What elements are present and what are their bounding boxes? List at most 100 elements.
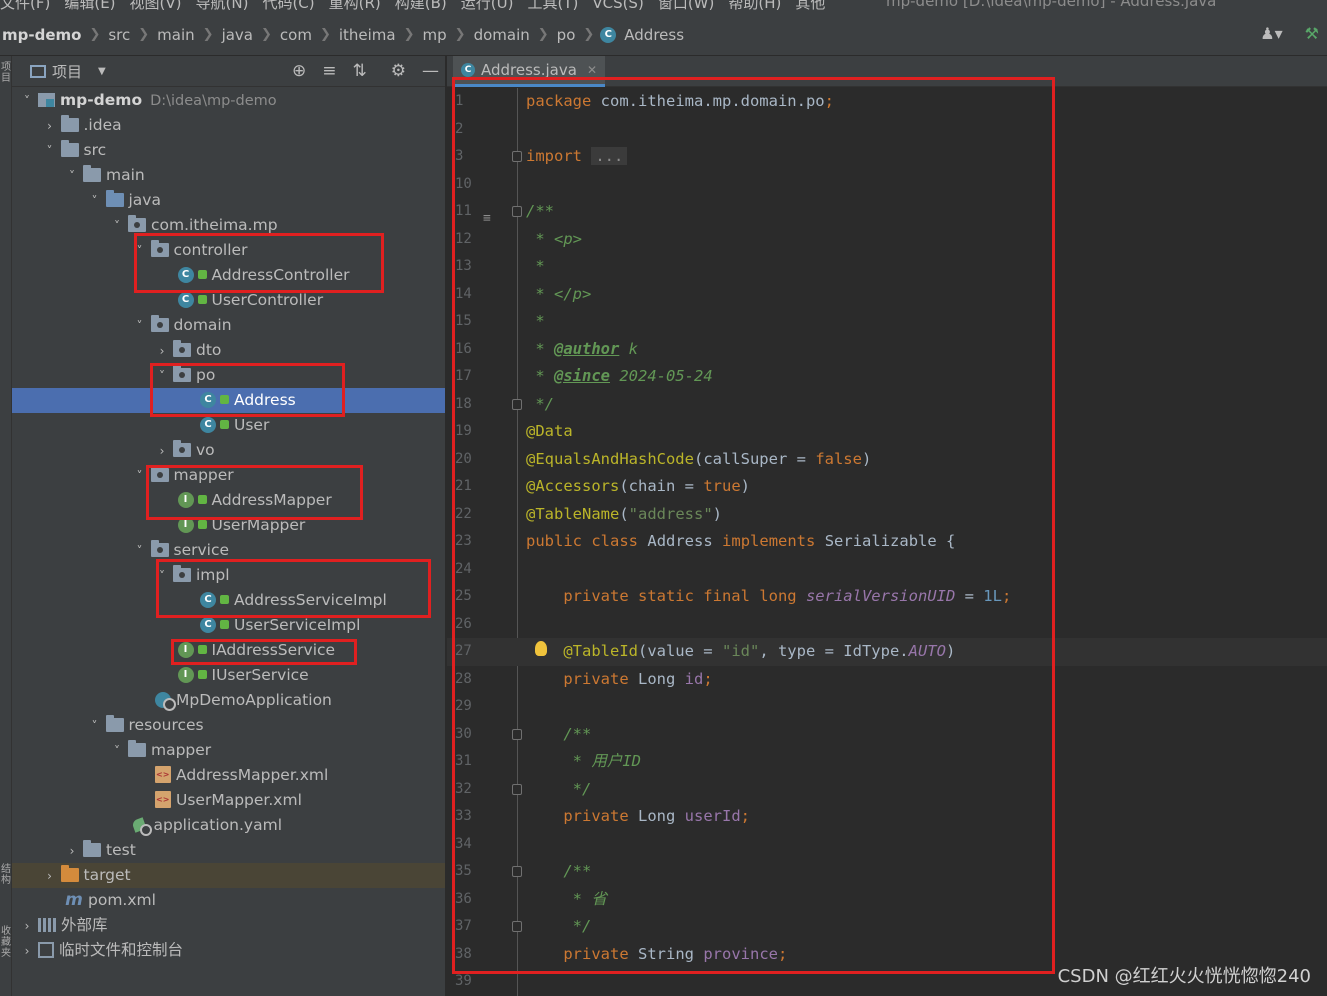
breadcrumb-item[interactable]: com ❯ (278, 26, 337, 44)
chevron-down-icon[interactable]: ˅ (88, 189, 102, 214)
chevron-down-icon[interactable]: ˅ (155, 364, 169, 389)
tree-item[interactable]: MpDemoApplication (12, 688, 445, 713)
tree-item[interactable]: ˅ impl (12, 563, 445, 588)
chevron-down-icon[interactable]: ▼ (98, 66, 106, 77)
tree-item[interactable]: ˅ resources (12, 713, 445, 739)
chevron-down-icon[interactable]: ˅ (133, 539, 147, 564)
code-line[interactable]: 25 private static final long serialVersi… (447, 583, 1327, 611)
code-line[interactable]: 17 * @since 2024-05-24 (447, 363, 1327, 391)
code-line[interactable]: 26 (447, 611, 1327, 639)
code-line[interactable]: 35 /** (447, 858, 1327, 886)
tree-item[interactable]: C UserController (12, 288, 445, 313)
code-line[interactable]: 34 (447, 831, 1327, 859)
chevron-right-icon[interactable]: › (43, 864, 57, 889)
menu-item[interactable]: VCS(S) (592, 0, 643, 12)
breadcrumb-item[interactable]: mp-demo ❯ (0, 26, 106, 44)
chevron-down-icon[interactable]: ˅ (110, 214, 124, 239)
code-line[interactable]: 12 * <p> (447, 226, 1327, 254)
chevron-down-icon[interactable]: ˅ (65, 164, 79, 189)
code-line[interactable]: 24 (447, 556, 1327, 584)
gear-icon[interactable]: ⚙ (391, 61, 406, 81)
tab-address-java[interactable]: C Address.java ✕ (453, 56, 605, 87)
hide-panel-icon[interactable]: — (422, 61, 439, 81)
tree-item[interactable]: C UserServiceImpl (12, 613, 445, 638)
tree-item[interactable]: ˅ service (12, 538, 445, 564)
menu-item[interactable]: 重构(R) (329, 0, 381, 12)
user-account-icon[interactable]: ♟▾ (1260, 24, 1282, 43)
menu-item[interactable]: 帮助(H) (728, 0, 781, 12)
fold-marker-icon[interactable] (512, 921, 522, 932)
code-line[interactable]: 10 (447, 171, 1327, 199)
collapse-all-icon[interactable]: ⇅ (353, 61, 367, 81)
code-line[interactable]: 30 /** (447, 721, 1327, 749)
code-line[interactable]: 2 (447, 116, 1327, 144)
project-tool-tab[interactable]: 项目 (0, 62, 12, 84)
chevron-down-icon[interactable]: ˅ (43, 139, 57, 164)
code-line[interactable]: 18 */ (447, 391, 1327, 419)
fold-marker-icon[interactable] (512, 206, 522, 217)
fold-marker-icon[interactable] (512, 783, 522, 795)
tree-item[interactable]: › 外部库 (12, 913, 445, 939)
breadcrumb-current[interactable]: C Address (600, 26, 686, 44)
breadcrumb-item[interactable]: java ❯ (220, 26, 278, 44)
locate-file-icon[interactable]: ⊕ (292, 61, 306, 81)
tree-item[interactable]: ˅ mapper (12, 738, 445, 763)
tree-item[interactable]: I UserMapper (12, 513, 445, 538)
menu-item[interactable]: 工具(T) (527, 0, 578, 12)
tree-item[interactable]: C AddressController (12, 263, 445, 288)
fold-marker-icon[interactable] (512, 866, 522, 877)
code-line[interactable]: 21 @Accessors(chain = true) (447, 473, 1327, 501)
breadcrumb-item[interactable]: itheima ❯ (337, 26, 421, 44)
chevron-down-icon[interactable]: ˅ (20, 89, 34, 114)
tree-item[interactable]: ˅ mp-demo D:\idea\mp-demo (12, 88, 445, 114)
code-line[interactable]: 36 * 省 (447, 886, 1327, 914)
chevron-down-icon[interactable]: ˅ (88, 714, 102, 739)
code-line[interactable]: 20 @EqualsAndHashCode(callSuper = false) (447, 446, 1327, 474)
menu-item[interactable]: 视图(V) (130, 0, 182, 12)
chevron-right-icon[interactable]: › (155, 339, 169, 364)
code-line[interactable]: 31 * 用户ID (447, 748, 1327, 776)
tree-item[interactable]: AddressMapper.xml (12, 763, 445, 788)
tree-item[interactable]: application.yaml (12, 813, 445, 838)
code-line[interactable]: 37 */ (447, 913, 1327, 941)
code-line[interactable]: 23 public class Address implements Serial… (447, 528, 1327, 556)
tree-item[interactable]: UserMapper.xml (12, 788, 445, 813)
structure-tool-tab[interactable]: 结构 (0, 864, 12, 886)
tree-item[interactable]: › vo (12, 438, 445, 463)
tree-item[interactable]: C User (12, 413, 445, 438)
tree-item[interactable]: ˅ main (12, 163, 445, 189)
tree-item[interactable]: I IAddressService (12, 638, 445, 663)
menu-item[interactable]: 其他 (795, 0, 825, 12)
code-line[interactable]: 14 * </p> (447, 281, 1327, 309)
tree-item[interactable]: ˅ domain (12, 313, 445, 338)
chevron-right-icon[interactable]: › (65, 839, 79, 864)
chevron-right-icon[interactable]: › (20, 939, 34, 964)
favorites-tool-tab[interactable]: 收藏夹 (0, 926, 12, 959)
tree-item[interactable]: ˅ controller (12, 238, 445, 264)
code-line[interactable]: 15 * (447, 308, 1327, 336)
tree-item[interactable]: ˅ po (12, 363, 445, 389)
breadcrumb-item[interactable]: po ❯ (555, 26, 601, 44)
breadcrumb-item[interactable]: domain ❯ (472, 26, 555, 44)
code-line[interactable]: 3 import ... (447, 143, 1327, 171)
tree-item[interactable]: › dto (12, 338, 445, 364)
tree-item[interactable]: C Address (12, 388, 445, 413)
tree-item[interactable]: › target (12, 863, 445, 889)
chevron-down-icon[interactable]: ˅ (133, 464, 147, 489)
code-line[interactable]: 32 */ (447, 776, 1327, 804)
code-line[interactable]: 16 * @author k (447, 336, 1327, 364)
project-panel-title[interactable]: 项目 (52, 61, 82, 82)
menu-item[interactable]: 代码(C) (262, 0, 314, 12)
code-line[interactable]: 33 private Long userId; (447, 803, 1327, 831)
tree-item[interactable]: ˅ src (12, 138, 445, 164)
fold-marker-icon[interactable] (512, 151, 522, 162)
menu-item[interactable]: 编辑(E) (64, 0, 115, 12)
menu-item[interactable]: 文件(F) (0, 0, 50, 12)
chevron-right-icon[interactable]: › (20, 914, 34, 939)
expand-all-icon[interactable]: ≡ (322, 61, 336, 81)
tree-item[interactable]: m pom.xml (12, 888, 445, 913)
breadcrumb-item[interactable]: mp ❯ (421, 26, 472, 44)
build-hammer-icon[interactable]: ⚒ (1305, 24, 1319, 43)
tree-item[interactable]: ˅ java (12, 188, 445, 214)
chevron-down-icon[interactable]: ˅ (133, 239, 147, 264)
